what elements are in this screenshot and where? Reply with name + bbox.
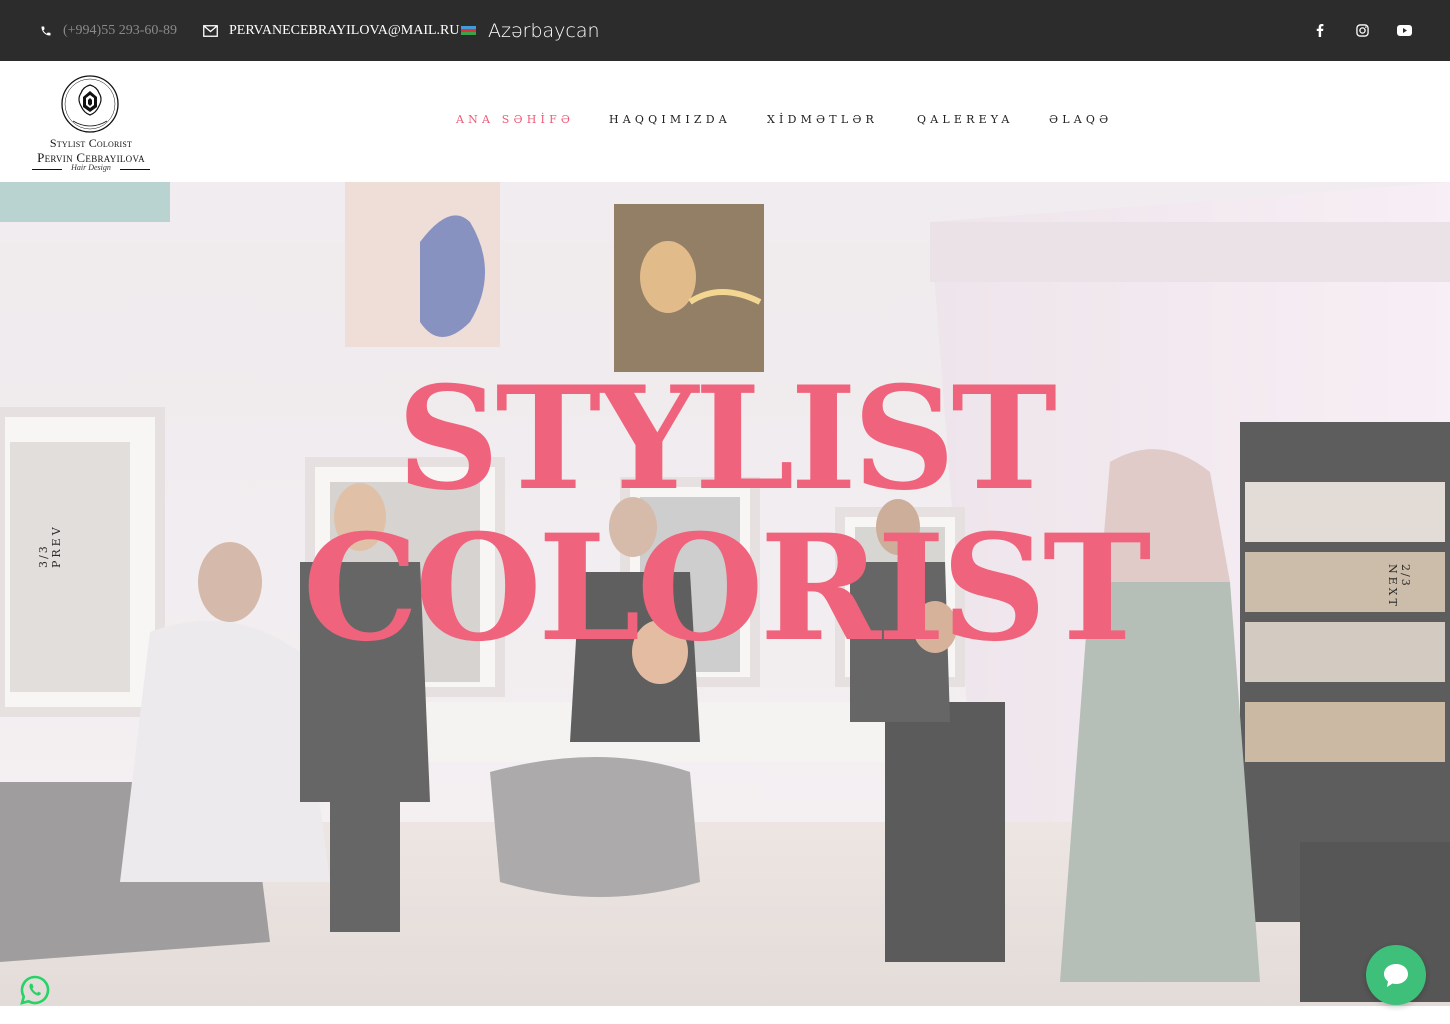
- youtube-icon: [1397, 25, 1412, 36]
- envelope-icon: [203, 24, 218, 37]
- prev-slide-button[interactable]: 3/3 PREV: [37, 524, 63, 568]
- logo-title: Stylist Colorist: [49, 136, 133, 150]
- nav-gallery[interactable]: QALEREYA: [917, 113, 1014, 126]
- language-label: Azərbaycan: [488, 19, 600, 42]
- nav-home[interactable]: ANA SƏHİFƏ: [456, 113, 574, 126]
- whatsapp-button[interactable]: [20, 975, 50, 1005]
- nav-about[interactable]: HAQQIMIZDA: [609, 113, 731, 126]
- phone-contact[interactable]: (+994)55 293-60-89: [40, 0, 177, 61]
- youtube-link[interactable]: [1397, 0, 1412, 61]
- next-slide-count: 2/3: [1399, 564, 1412, 588]
- prev-slide-label: PREV: [50, 524, 63, 568]
- instagram-link[interactable]: [1356, 0, 1369, 61]
- chat-widget-button[interactable]: [1366, 945, 1426, 1005]
- facebook-link[interactable]: [1316, 0, 1324, 61]
- logo-emblem-icon: [61, 75, 119, 133]
- instagram-icon: [1356, 24, 1369, 37]
- facebook-icon: [1316, 24, 1324, 37]
- nav-contact[interactable]: ƏLAQƏ: [1049, 113, 1112, 126]
- next-slide-button[interactable]: 2/3 NEXT: [1386, 564, 1412, 609]
- site-logo[interactable]: Stylist Colorist Pervin Cebrayilova Hair…: [24, 73, 158, 177]
- page-bottom-strip: [0, 1006, 1450, 1024]
- hero-title-line1: STYLIST: [396, 356, 1057, 522]
- phone-icon: [41, 26, 51, 35]
- phone-number: (+994)55 293-60-89: [63, 22, 178, 38]
- email-address: PERVANECEBRAYILOVA@MAIL.RU: [229, 22, 460, 38]
- email-contact[interactable]: PERVANECEBRAYILOVA@MAIL.RU: [203, 0, 460, 61]
- azerbaijan-flag-icon: [461, 25, 476, 36]
- hero-title-line2: COLORIST: [302, 503, 1152, 674]
- whatsapp-icon: [20, 975, 50, 1005]
- next-slide-label: NEXT: [1386, 564, 1399, 609]
- top-bar: (+994)55 293-60-89 PERVANECEBRAYILOVA@MA…: [0, 0, 1450, 61]
- nav-services[interactable]: XİDMƏTLƏR: [767, 113, 878, 126]
- logo-tagline: Hair Design: [71, 163, 111, 172]
- site-header: Stylist Colorist Pervin Cebrayilova Hair…: [0, 61, 1450, 182]
- prev-slide-count: 3/3: [37, 544, 50, 568]
- chat-icon: [1384, 964, 1408, 987]
- language-switcher[interactable]: Azərbaycan: [461, 0, 600, 61]
- hero-slider: STYLIST COLORIST 3/3 PREV 2/3 NEXT: [0, 182, 1450, 1006]
